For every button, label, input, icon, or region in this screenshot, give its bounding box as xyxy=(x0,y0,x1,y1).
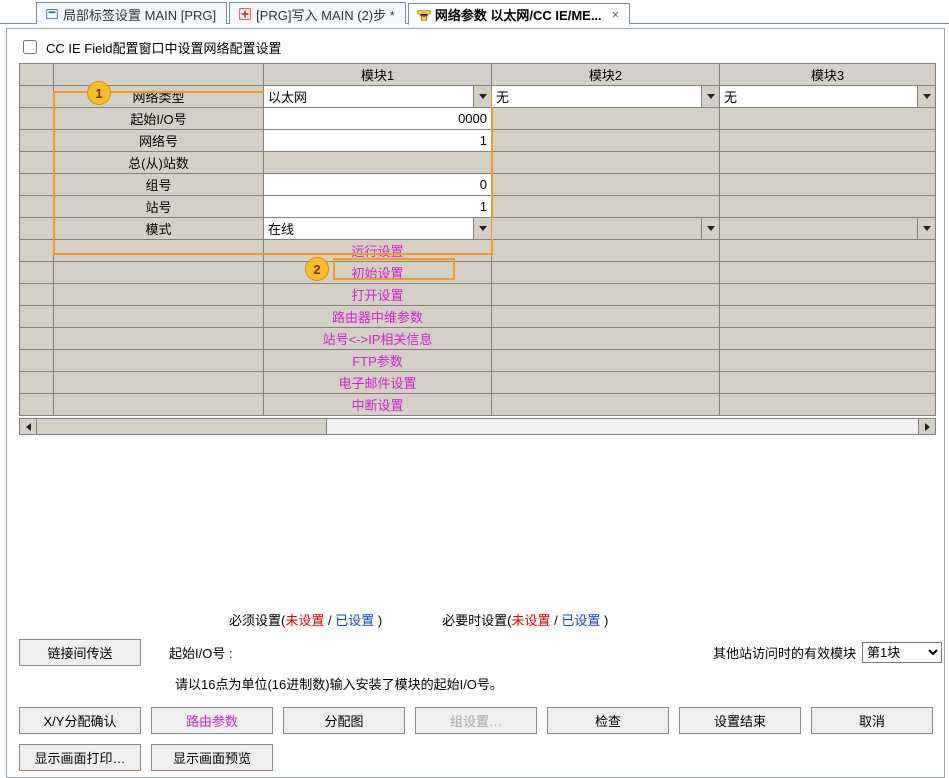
write-icon xyxy=(238,7,252,21)
dropdown-arrow-icon xyxy=(917,86,935,107)
dropdown-arrow-icon xyxy=(701,86,719,107)
badge-1: 1 xyxy=(87,81,111,105)
link-run-settings[interactable]: 运行设置 xyxy=(264,240,492,262)
main-panel: CC IE Field配置窗口中设置网络配置设置 1 2 模块1 模块2 模块3… xyxy=(6,28,945,778)
link-ftp-params[interactable]: FTP参数 xyxy=(264,350,492,372)
net-no-m1[interactable]: 1 xyxy=(264,130,492,152)
legend-row: 必须设置(未设置 / 已设置 ) 必要时设置(未设置 / 已设置 ) xyxy=(229,610,942,629)
col-module3: 模块3 xyxy=(720,64,936,86)
row-label-net-type: 网络类型 xyxy=(54,86,264,108)
check-button[interactable]: 检查 xyxy=(547,707,669,734)
dropdown-arrow-icon xyxy=(473,86,491,107)
scroll-left-icon[interactable] xyxy=(20,419,37,434)
row-label-total: 总(从)站数 xyxy=(54,152,264,174)
legend-optional: 必要时设置(未设置 / 已设置 ) xyxy=(442,610,608,629)
link-open-settings[interactable]: 打开设置 xyxy=(264,284,492,306)
badge-2: 2 xyxy=(305,257,329,281)
scroll-track[interactable] xyxy=(37,419,918,434)
group-settings-button[interactable]: 组设置… xyxy=(415,707,537,734)
cc-ie-field-checkbox[interactable] xyxy=(23,40,37,54)
checkbox-label: CC IE Field配置窗口中设置网络配置设置 xyxy=(46,38,281,57)
h-scrollbar[interactable] xyxy=(19,418,936,435)
link-init-settings[interactable]: 初始设置 xyxy=(264,262,492,284)
tab-label: 网络参数 以太网/CC IE/ME... xyxy=(435,5,602,24)
scroll-thumb[interactable] xyxy=(37,419,327,434)
param-grid: 模块1 模块2 模块3 网络类型 以太网 无 无 起始I/O号 0000 网络号… xyxy=(19,63,936,416)
dropdown-arrow-icon xyxy=(917,218,935,239)
net-type-m2[interactable]: 无 xyxy=(492,86,720,108)
row-label-group: 组号 xyxy=(54,174,264,196)
link-ip-info[interactable]: 站号<->IP相关信息 xyxy=(264,328,492,350)
close-icon[interactable]: × xyxy=(612,7,620,22)
col-module2: 模块2 xyxy=(492,64,720,86)
dropdown-arrow-icon xyxy=(701,218,719,239)
io-note: 请以16点为单位(16进制数)输入安装了模块的起始I/O号。 xyxy=(175,674,942,693)
cancel-button[interactable]: 取消 xyxy=(811,707,933,734)
route-params-button[interactable]: 路由参数 xyxy=(151,707,273,734)
link-interrupt-settings[interactable]: 中断设置 xyxy=(264,394,492,416)
link-router-params[interactable]: 路由器中维参数 xyxy=(264,306,492,328)
preview-screen-button[interactable]: 显示画面预览 xyxy=(151,744,273,771)
net-type-m1[interactable]: 以太网 xyxy=(264,86,492,108)
print-screen-button[interactable]: 显示画面打印… xyxy=(19,744,141,771)
row-label-net-no: 网络号 xyxy=(54,130,264,152)
col-label xyxy=(54,64,264,86)
finish-button[interactable]: 设置结束 xyxy=(679,707,801,734)
grid-wrap: 1 2 模块1 模块2 模块3 网络类型 以太网 无 无 起始I/O号 xyxy=(19,63,942,435)
tab-write-main[interactable]: [PRG]写入 MAIN (2)步 * xyxy=(229,2,406,24)
valid-module-select[interactable]: 第1块 xyxy=(862,642,942,663)
tab-label: [PRG]写入 MAIN (2)步 * xyxy=(256,5,395,24)
header-row: 模块1 模块2 模块3 xyxy=(20,64,936,86)
col-module1: 模块1 xyxy=(264,64,492,86)
alloc-map-button[interactable]: 分配图 xyxy=(283,707,405,734)
button-row-2: 显示画面打印… 显示画面预览 xyxy=(19,744,942,771)
mode-m1[interactable]: 在线 xyxy=(264,218,492,240)
row-label-mode: 模式 xyxy=(54,218,264,240)
dropdown-arrow-icon xyxy=(473,218,491,239)
row-label-start-io: 起始I/O号 xyxy=(54,108,264,130)
tab-label: 局部标签设置 MAIN [PRG] xyxy=(63,5,216,24)
net-type-m3[interactable]: 无 xyxy=(720,86,936,108)
tab-network-params[interactable]: 网络参数 以太网/CC IE/ME... × xyxy=(408,3,630,25)
row-label-station: 站号 xyxy=(54,196,264,218)
station-m1[interactable]: 1 xyxy=(264,196,492,218)
module-icon xyxy=(45,7,59,21)
tab-local-labels[interactable]: 局部标签设置 MAIN [PRG] xyxy=(36,2,227,24)
start-io-label: 起始I/O号 : xyxy=(169,643,233,662)
start-io-m1[interactable]: 0000 xyxy=(264,108,492,130)
legend-must: 必须设置(未设置 / 已设置 ) xyxy=(229,610,382,629)
link-transfer-button[interactable]: 链接间传送 xyxy=(19,639,141,666)
tab-bar: 局部标签设置 MAIN [PRG] [PRG]写入 MAIN (2)步 * 网络… xyxy=(0,0,949,24)
mode-m2[interactable] xyxy=(492,218,720,240)
button-row-1: X/Y分配确认 路由参数 分配图 组设置… 检查 设置结束 取消 xyxy=(19,707,942,734)
group-m1[interactable]: 0 xyxy=(264,174,492,196)
network-icon xyxy=(417,8,431,22)
valid-module-label: 其他站访问时的有效模块 xyxy=(713,643,856,662)
xy-alloc-button[interactable]: X/Y分配确认 xyxy=(19,707,141,734)
mode-m3[interactable] xyxy=(720,218,936,240)
link-mail-settings[interactable]: 电子邮件设置 xyxy=(264,372,492,394)
scroll-right-icon[interactable] xyxy=(918,419,935,434)
